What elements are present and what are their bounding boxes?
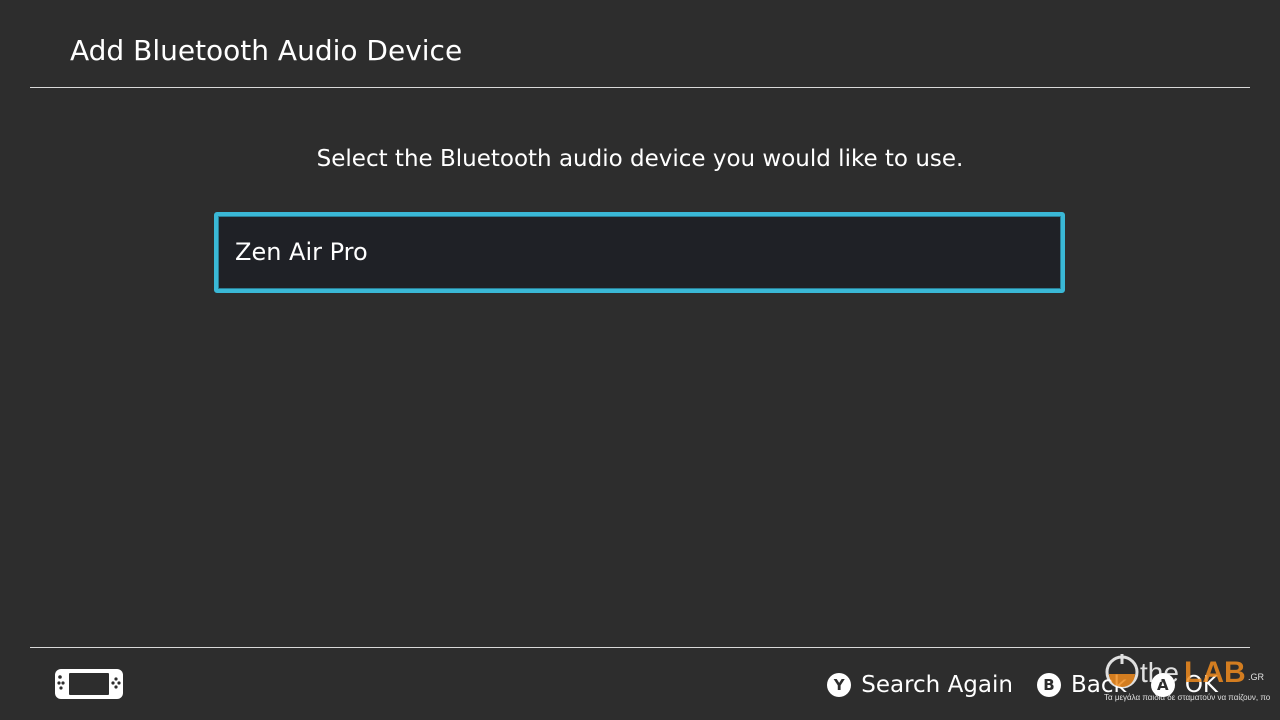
b-button-icon: B: [1036, 673, 1061, 697]
thelab-watermark-logo: the LAB .GR Τα μεγάλα παιδιά δε σταματού…: [1104, 654, 1270, 702]
watermark-suffix: .GR: [1248, 672, 1265, 682]
y-button-icon: Y: [827, 673, 852, 697]
device-list-item-selected[interactable]: Zen Air Pro: [214, 212, 1065, 293]
search-again-label: Search Again: [861, 672, 1013, 698]
bluetooth-add-device-screen: Add Bluetooth Audio Device Select the Bl…: [0, 0, 1280, 720]
page-title: Add Bluetooth Audio Device: [70, 34, 463, 67]
header-divider: [30, 87, 1250, 88]
instruction-text: Select the Bluetooth audio device you wo…: [316, 146, 964, 172]
handheld-console-icon: [55, 669, 123, 699]
footer-divider: [30, 647, 1250, 648]
device-name: Zen Air Pro: [235, 238, 368, 266]
watermark-tagline: Τα μεγάλα παιδιά δε σταματούν να παίζουν…: [1104, 693, 1270, 702]
watermark-the: the: [1140, 657, 1179, 688]
watermark-lab: LAB: [1184, 656, 1246, 689]
search-again-action[interactable]: Y Search Again: [827, 664, 1013, 706]
